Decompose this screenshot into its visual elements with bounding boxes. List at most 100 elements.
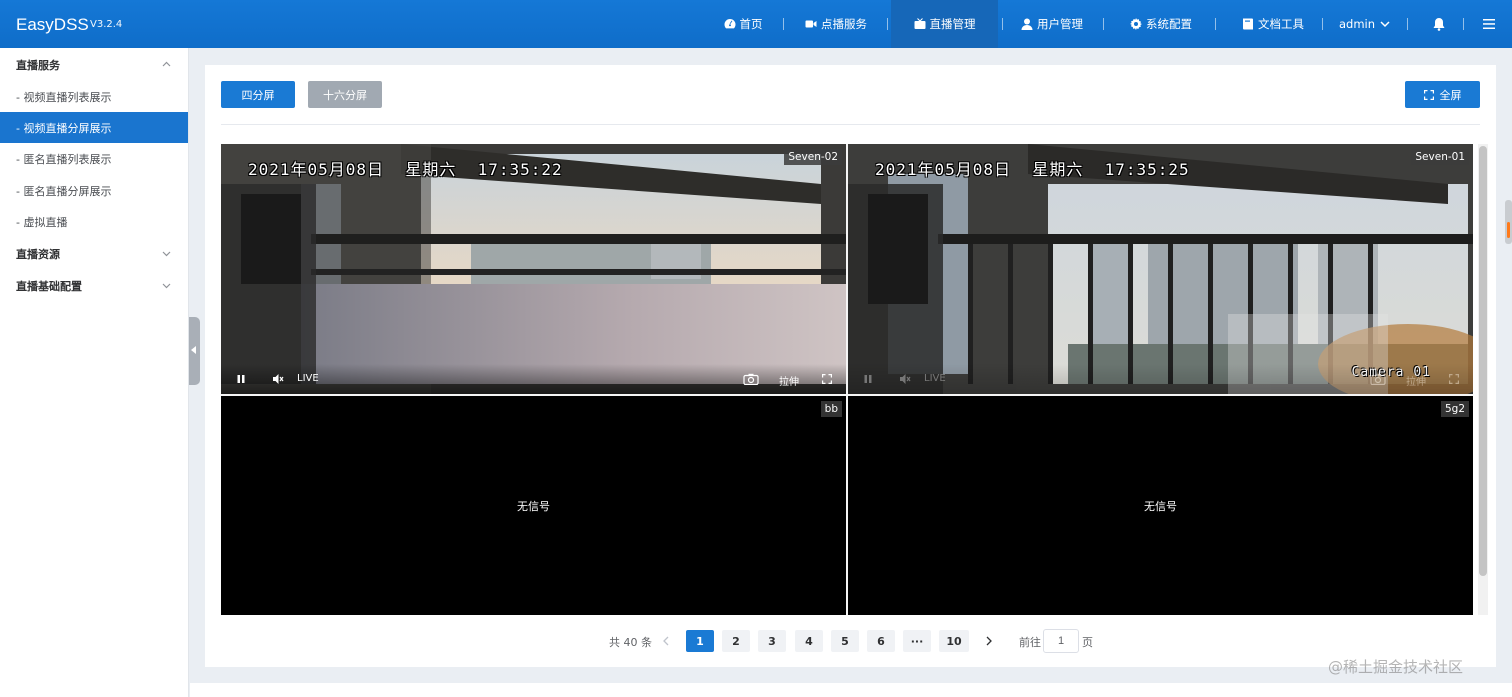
nav-live-management[interactable]: 直播管理: [891, 0, 998, 48]
sidebar-group-live-base-config[interactable]: 直播基础配置: [0, 270, 189, 302]
page-button[interactable]: 1: [686, 630, 714, 652]
fullscreen-icon[interactable]: [821, 373, 833, 385]
no-signal-text: 无信号: [517, 499, 550, 513]
video-cell[interactable]: 2021年05月08日 星期六 17:35:25 Camera 01 Seven…: [848, 144, 1473, 394]
sidebar-group-label: 直播基础配置: [16, 280, 82, 293]
user-name: admin: [1338, 17, 1376, 31]
chevron-down-icon: [162, 251, 171, 257]
chevron-down-icon: [162, 283, 171, 289]
sidebar-item-label: - 匿名直播列表展示: [16, 152, 112, 166]
player-controls: LIVE 拉伸: [221, 364, 846, 394]
chevron-down-icon: [1380, 21, 1390, 28]
hamburger-menu-icon[interactable]: [1482, 17, 1496, 31]
nav-system-config[interactable]: 系统配置: [1118, 0, 1204, 48]
nav-separator: [887, 18, 888, 30]
video-frame: [848, 144, 1473, 394]
mute-icon[interactable]: [272, 373, 284, 385]
chevron-left-icon: [663, 636, 669, 646]
fullscreen-label: 全屏: [1439, 88, 1462, 102]
caret-left-icon: [191, 346, 196, 354]
sidebar-item-video-live-list[interactable]: - 视频直播列表展示: [0, 81, 188, 112]
sidebar-item-anon-live-split[interactable]: - 匿名直播分屏展示: [0, 175, 188, 206]
no-signal-text: 无信号: [1144, 499, 1177, 513]
bell-icon[interactable]: [1432, 17, 1446, 31]
sidebar-collapse-handle[interactable]: [189, 317, 200, 385]
pagination-total: 共 40 条: [609, 636, 652, 649]
next-page-button[interactable]: [979, 630, 999, 652]
nav-docs[interactable]: 文档工具: [1228, 0, 1318, 48]
stream-name-tag: Seven-02: [784, 149, 842, 165]
nav-separator: [1463, 18, 1464, 30]
stream-name-tag: bb: [820, 401, 842, 417]
nav-separator: [1103, 18, 1104, 30]
four-split-button[interactable]: 四分屏: [221, 81, 295, 108]
goto-page-input[interactable]: [1043, 629, 1079, 653]
nav-vod-label: 点播服务: [821, 17, 867, 31]
goto-label: 前往: [1019, 636, 1041, 649]
mute-icon[interactable]: [899, 373, 911, 385]
camera-snapshot-icon[interactable]: [743, 373, 759, 385]
sidebar-group-live-service[interactable]: 直播服务: [0, 49, 189, 81]
page-scrollbar-thumb[interactable]: [1505, 200, 1512, 244]
sidebar-group-label: 直播资源: [16, 248, 60, 261]
toolbar-divider: [221, 124, 1480, 125]
sidebar-item-label: - 视频直播分屏展示: [16, 121, 112, 135]
fullscreen-icon[interactable]: [1448, 373, 1460, 385]
stretch-button[interactable]: 拉伸: [1406, 373, 1426, 388]
user-icon: [1021, 18, 1033, 30]
video-cell[interactable]: 5g2 无信号: [848, 396, 1473, 615]
stretch-button[interactable]: 拉伸: [779, 373, 799, 388]
gear-icon: [1130, 18, 1142, 30]
sidebar-item-virtual-live[interactable]: - 虚拟直播: [0, 206, 188, 237]
sidebar-item-label: - 匿名直播分屏展示: [16, 184, 112, 198]
sixteen-split-label: 十六分屏: [323, 88, 367, 102]
video-grid: 2021年05月08日 星期六 17:35:22 Seven-02 LIVE 拉…: [221, 144, 1473, 615]
prev-page-button[interactable]: [656, 630, 676, 652]
pause-icon[interactable]: [235, 373, 247, 385]
scrollbar-thumb[interactable]: [1479, 146, 1487, 576]
video-camera-icon: [805, 20, 817, 28]
chevron-up-icon: [162, 61, 171, 67]
page-button[interactable]: 6: [867, 630, 895, 652]
page-button[interactable]: 10: [939, 630, 969, 652]
page-ellipsis-button[interactable]: ···: [903, 630, 931, 652]
video-cell[interactable]: 2021年05月08日 星期六 17:35:22 Seven-02 LIVE 拉…: [221, 144, 846, 394]
video-osd-timestamp: 2021年05月08日 星期六 17:35:25: [875, 160, 1190, 179]
chevron-right-icon: [986, 636, 992, 646]
video-frame: [221, 144, 846, 394]
grid-scrollbar[interactable]: [1478, 144, 1488, 615]
page-button[interactable]: 2: [722, 630, 750, 652]
sidebar-item-label: - 虚拟直播: [16, 215, 68, 229]
nav-vod[interactable]: 点播服务: [790, 0, 882, 48]
page-button[interactable]: 5: [831, 630, 859, 652]
nav-home-label: 首页: [739, 17, 763, 31]
expand-icon: [1423, 89, 1434, 100]
stream-name-tag: 5g2: [1440, 401, 1469, 417]
pause-icon[interactable]: [862, 373, 874, 385]
bottom-panel-edge: [190, 683, 1512, 697]
app-logo: EasyDSS: [16, 15, 89, 34]
sidebar-group-live-resource[interactable]: 直播资源: [0, 238, 189, 270]
nav-separator: [1215, 18, 1216, 30]
dashboard-icon: [724, 19, 735, 29]
sidebar-group-label: 直播服务: [16, 59, 60, 72]
sidebar-item-anon-live-list[interactable]: - 匿名直播列表展示: [0, 143, 188, 174]
page-button[interactable]: 3: [758, 630, 786, 652]
stream-name-tag: Seven-01: [1411, 149, 1469, 165]
camera-snapshot-icon[interactable]: [1370, 373, 1386, 385]
live-label: LIVE: [924, 373, 946, 384]
fullscreen-button[interactable]: 全屏: [1405, 81, 1480, 108]
nav-user-management[interactable]: 用户管理: [1007, 0, 1097, 48]
video-osd-timestamp: 2021年05月08日 星期六 17:35:22: [248, 160, 563, 179]
watermark: @稀土掘金技术社区: [1328, 658, 1464, 676]
user-menu[interactable]: admin: [1336, 0, 1394, 48]
video-cell[interactable]: bb 无信号: [221, 396, 846, 615]
nav-system-config-label: 系统配置: [1146, 17, 1192, 31]
sidebar-item-video-live-split[interactable]: - 视频直播分屏展示: [0, 112, 188, 143]
page-button[interactable]: 4: [795, 630, 823, 652]
four-split-label: 四分屏: [241, 88, 275, 102]
sixteen-split-button[interactable]: 十六分屏: [308, 81, 382, 108]
nav-docs-label: 文档工具: [1258, 17, 1304, 31]
nav-home[interactable]: 首页: [708, 0, 778, 48]
sidebar: 直播服务 - 视频直播列表展示 - 视频直播分屏展示 - 匿名直播列表展示 - …: [0, 48, 189, 697]
